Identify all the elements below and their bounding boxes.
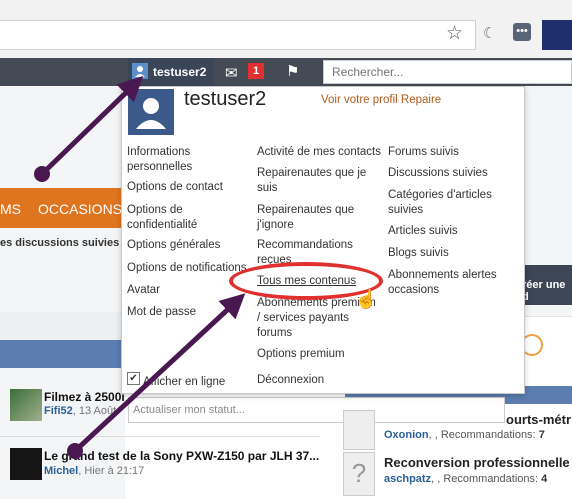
arrow-origin-dot (67, 443, 83, 459)
arrow-to-all-content (73, 293, 246, 453)
arrow-origin-dot (34, 166, 50, 182)
arrow-to-user-menu (40, 76, 144, 176)
annotation-arrows (34, 76, 246, 459)
